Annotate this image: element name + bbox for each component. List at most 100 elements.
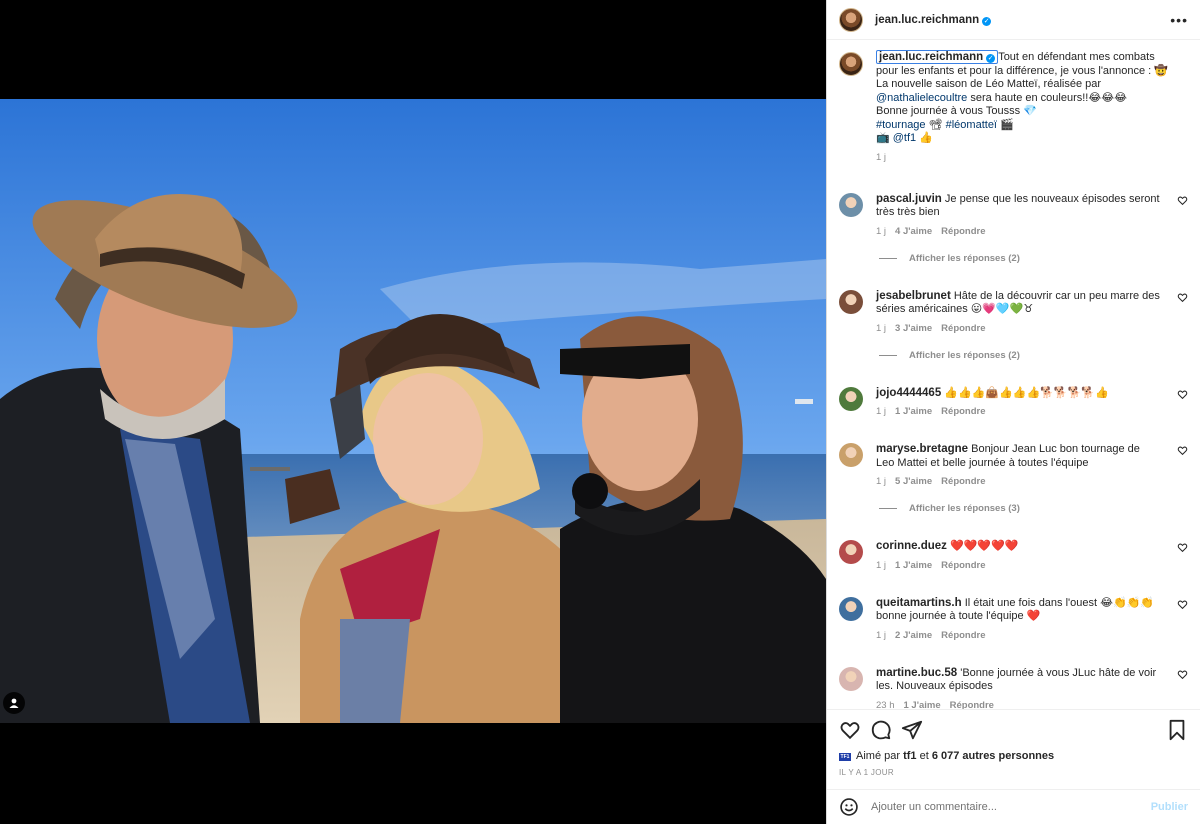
view-replies-label: Afficher les réponses (2) <box>909 252 1020 264</box>
commenter-username[interactable]: queitamartins.h <box>876 597 962 609</box>
comment-item: pascal.juvin Je pense que les nouveaux é… <box>839 192 1188 237</box>
commenter-username[interactable]: jesabelbrunet <box>876 290 951 302</box>
save-bookmark-icon[interactable] <box>1166 719 1188 741</box>
comment-meta: 1 j 3 J'aime Répondre <box>876 323 1161 334</box>
commenter-avatar[interactable] <box>839 540 863 564</box>
comment-text: jojo4444465 👍👍👍👜👍👍👍🐕🐕🐕🐕👍 <box>876 386 1109 399</box>
comment-likes[interactable]: 4 J'aime <box>895 226 932 237</box>
comment-time[interactable]: 1 j <box>876 630 886 641</box>
view-replies-button[interactable]: Afficher les réponses (2) <box>879 253 1188 264</box>
post-photo[interactable] <box>0 99 826 723</box>
comment-like-heart-icon[interactable] <box>1177 389 1188 400</box>
comment-like-heart-icon[interactable] <box>1177 542 1188 553</box>
likes-summary[interactable]: TF1 Aimé par tf1 et 6 077 autres personne… <box>839 750 1054 762</box>
commenter-avatar[interactable] <box>839 443 863 467</box>
caption-author-avatar[interactable] <box>839 52 863 76</box>
comment-bubble-icon[interactable] <box>870 719 892 741</box>
author-username[interactable]: jean.luc.reichmann ✓ <box>875 14 992 26</box>
comment-time[interactable]: 1 j <box>876 226 886 237</box>
comment-item: queitamartins.h Il était une fois dans l… <box>839 596 1188 641</box>
view-replies-label: Afficher les réponses (3) <box>909 503 1020 514</box>
comment-item: maryse.bretagne Bonjour Jean Luc bon tou… <box>839 443 1188 487</box>
comment-input[interactable] <box>871 801 1141 813</box>
replies-divider <box>879 354 897 356</box>
comment-likes[interactable]: 2 J'aime <box>895 630 932 641</box>
comment-text: corinne.duez ❤️❤️❤️❤️❤️ <box>876 540 1019 552</box>
comments-list: pascal.juvin Je pense que les nouveaux é… <box>839 192 1188 710</box>
commenter-avatar[interactable] <box>839 666 863 691</box>
hashtag-leomattei[interactable]: #léomatteï <box>946 119 997 131</box>
author-avatar[interactable] <box>839 7 863 32</box>
comment-like-heart-icon[interactable] <box>1177 292 1188 303</box>
hashtag-tournage[interactable]: #tournage <box>876 119 926 131</box>
post-side-panel: jean.luc.reichmann ✓ ••• jean.luc.reichma… <box>826 0 1200 824</box>
reply-button[interactable]: Répondre <box>941 560 985 571</box>
commenter-username[interactable]: martine.buc.58 <box>876 667 957 679</box>
add-comment-bar: Publier <box>827 789 1200 824</box>
comment-time[interactable]: 1 j <box>876 323 886 334</box>
view-replies-button[interactable]: Afficher les réponses (2) <box>879 350 1188 361</box>
reply-button[interactable]: Répondre <box>941 406 985 417</box>
emoji-picker-icon[interactable] <box>839 797 859 817</box>
comment-meta: 1 j 2 J'aime Répondre <box>876 630 1161 641</box>
commenter-username[interactable]: jojo4444465 <box>876 387 941 399</box>
commenter-username[interactable]: maryse.bretagne <box>876 443 968 455</box>
comment-likes[interactable]: 1 J'aime <box>895 560 932 571</box>
post-header: jean.luc.reichmann ✓ ••• <box>827 0 1200 40</box>
post-timestamp[interactable]: IL Y A 1 JOUR <box>839 768 894 777</box>
comment-likes[interactable]: 1 J'aime <box>904 700 941 710</box>
comment-time[interactable]: 23 h <box>876 700 895 710</box>
caption-author-username[interactable]: jean.luc.reichmann ✓ <box>876 50 999 64</box>
comment-text: pascal.juvin Je pense que les nouveaux é… <box>876 192 1160 219</box>
commenter-avatar[interactable] <box>839 596 863 621</box>
caption-text: jean.luc.reichmann ✓ Tout en défendant mes… <box>876 50 1168 144</box>
share-send-icon[interactable] <box>901 719 923 741</box>
reply-button[interactable]: Répondre <box>941 476 985 487</box>
publish-button[interactable]: Publier <box>1151 801 1188 813</box>
comment-meta: 1 j 4 J'aime Répondre <box>876 226 1161 237</box>
verified-badge-icon: ✓ <box>982 16 992 26</box>
comment-item: corinne.duez ❤️❤️❤️❤️❤️ 1 j 1 J'aime Répond… <box>839 540 1188 571</box>
comment-meta: 1 j 1 J'aime Répondre <box>876 560 1161 571</box>
commenter-username[interactable]: pascal.juvin <box>876 193 942 205</box>
more-options-icon[interactable]: ••• <box>1170 12 1188 28</box>
comment-like-heart-icon[interactable] <box>1177 669 1188 680</box>
reply-button[interactable]: Répondre <box>950 700 994 710</box>
comment-meta: 23 h 1 J'aime Répondre <box>876 700 1161 710</box>
comment-likes[interactable]: 1 J'aime <box>895 406 932 417</box>
comment-item: martine.buc.58 'Bonne journée à vous JLu… <box>839 666 1188 710</box>
verified-badge-icon: ✓ <box>986 54 996 63</box>
tagged-users-icon[interactable] <box>3 692 25 714</box>
comments-scroll-area[interactable]: jean.luc.reichmann ✓ Tout en défendant mes… <box>827 41 1200 709</box>
liker-username[interactable]: tf1 <box>903 750 916 762</box>
view-replies-button[interactable]: Afficher les réponses (3) <box>879 503 1188 514</box>
post-media <box>0 0 826 824</box>
comment-like-heart-icon[interactable] <box>1177 195 1188 206</box>
comment-time[interactable]: 1 j <box>876 406 886 417</box>
comment-like-heart-icon[interactable] <box>1177 599 1188 610</box>
like-heart-icon[interactable] <box>839 719 861 741</box>
comment-like-heart-icon[interactable] <box>1177 445 1188 456</box>
mention-link[interactable]: @nathalielecoultre <box>876 92 967 104</box>
comment-time[interactable]: 1 j <box>876 476 886 487</box>
reply-button[interactable]: Répondre <box>941 323 985 334</box>
commenter-username[interactable]: corinne.duez <box>876 540 947 552</box>
comment-time[interactable]: 1 j <box>876 560 886 571</box>
comment-meta: 1 j 5 J'aime Répondre <box>876 476 1161 487</box>
likes-count[interactable]: 6 077 autres personnes <box>932 750 1054 762</box>
comment-text: jesabelbrunet Hâte de la découvrir car u… <box>876 289 1160 316</box>
commenter-avatar[interactable] <box>839 289 863 314</box>
comment-likes[interactable]: 3 J'aime <box>895 323 932 334</box>
reply-button[interactable]: Répondre <box>941 226 985 237</box>
view-replies-label: Afficher les réponses (2) <box>909 349 1020 361</box>
post-caption: jean.luc.reichmann ✓ Tout en défendant mes… <box>839 50 1188 163</box>
mention-tf1[interactable]: @tf1 <box>893 132 916 144</box>
comment-likes[interactable]: 5 J'aime <box>895 476 932 487</box>
replies-divider <box>879 257 897 259</box>
tf1-avatar-icon: TF1 <box>839 753 851 761</box>
comment-text: queitamartins.h Il était une fois dans l… <box>876 596 1155 623</box>
commenter-avatar[interactable] <box>839 192 863 217</box>
reply-button[interactable]: Répondre <box>941 630 985 641</box>
caption-time[interactable]: 1 j <box>876 152 1176 163</box>
commenter-avatar[interactable] <box>839 386 863 411</box>
